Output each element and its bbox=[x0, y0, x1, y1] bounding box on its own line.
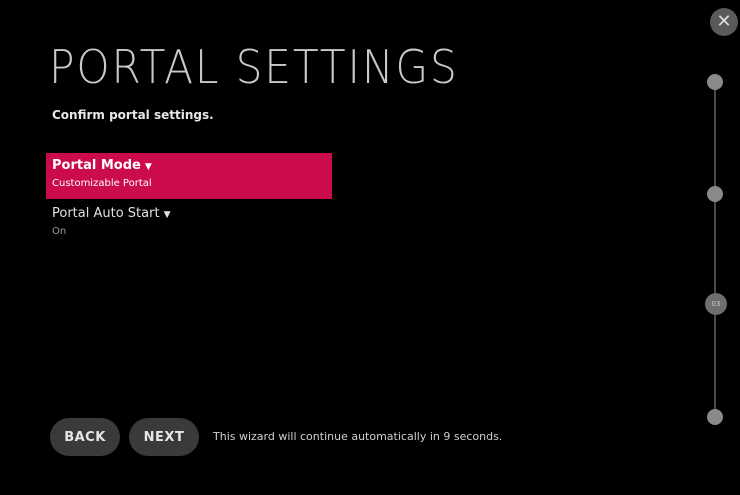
setting-label-row: Portal Auto Start ▼ bbox=[52, 206, 332, 221]
setting-value: Customizable Portal bbox=[52, 178, 152, 189]
close-button[interactable]: ✕ bbox=[710, 8, 738, 36]
progress-step-dot bbox=[707, 74, 723, 90]
chevron-down-icon: ▼ bbox=[163, 209, 171, 220]
progress-track bbox=[714, 82, 716, 417]
auto-continue-message: This wizard will continue automatically … bbox=[213, 430, 503, 443]
progress-current-step: 03 bbox=[705, 293, 727, 315]
setting-label-row: Portal Mode ▼ bbox=[52, 158, 332, 173]
close-icon: ✕ bbox=[716, 11, 732, 32]
setting-label: Portal Mode bbox=[52, 158, 141, 173]
page-subtitle: Confirm portal settings. bbox=[52, 108, 214, 122]
page-title: PORTAL SETTINGS bbox=[49, 40, 459, 94]
setting-portal-mode[interactable]: Portal Mode ▼ Customizable Portal bbox=[46, 153, 332, 199]
progress-step-dot bbox=[707, 186, 723, 202]
setting-value: On bbox=[52, 226, 67, 237]
chevron-down-icon: ▼ bbox=[144, 161, 152, 172]
progress-step-dot bbox=[707, 409, 723, 425]
back-button[interactable]: BACK bbox=[50, 418, 120, 456]
wizard-screen: ✕ PORTAL SETTINGS Confirm portal setting… bbox=[0, 0, 740, 495]
next-button[interactable]: NEXT bbox=[129, 418, 199, 456]
setting-portal-auto-start[interactable]: Portal Auto Start ▼ On bbox=[46, 201, 332, 247]
setting-label: Portal Auto Start bbox=[52, 206, 160, 221]
